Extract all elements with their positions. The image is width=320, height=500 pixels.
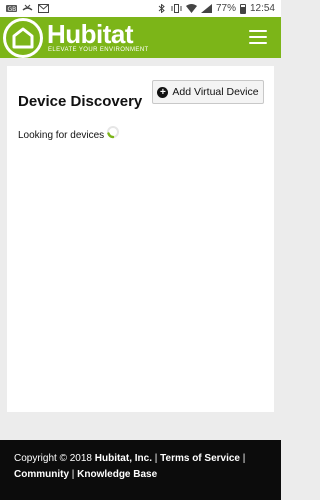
brand-tagline: ELEVATE YOUR ENVIRONMENT [48, 47, 149, 53]
status-bar: GB 77% 12:54 [0, 0, 281, 17]
hubitat-logo-icon[interactable] [3, 18, 43, 58]
wifi-icon [185, 4, 197, 13]
community-link[interactable]: Community [14, 469, 69, 480]
mail-icon [38, 4, 49, 13]
notification-app-icon: GB [6, 5, 17, 13]
battery-icon [239, 3, 246, 14]
svg-text:GB: GB [8, 6, 17, 13]
copyright-text: Copyright © 2018 [14, 453, 95, 464]
terms-of-service-link[interactable]: Terms of Service [160, 453, 240, 464]
house-icon [12, 27, 34, 49]
add-virtual-device-label: Add Virtual Device [172, 86, 259, 98]
page-title: Device Discovery [18, 93, 143, 110]
vibrate-icon [171, 4, 182, 13]
app-header: Hubitat ELEVATE YOUR ENVIRONMENT [0, 17, 281, 58]
brand-name: Hubitat [47, 19, 134, 49]
discovery-status: Looking for devices [18, 126, 120, 142]
cell-signal-icon [200, 4, 212, 13]
company-name: Hubitat, Inc. [94, 453, 152, 464]
discovery-status-text: Looking for devices [18, 129, 105, 141]
battery-percent: 77% [215, 3, 236, 14]
device-discovery-card: + Add Virtual Device Device Discovery Lo… [7, 66, 274, 412]
plus-circle-icon: + [157, 86, 169, 98]
clock: 12:54 [249, 3, 275, 14]
bluetooth-icon [158, 4, 165, 13]
site-footer: Copyright © 2018 Hubitat, Inc. | Terms o… [0, 440, 281, 500]
loading-spinner-icon [107, 126, 120, 139]
missed-call-icon [22, 4, 33, 11]
add-virtual-device-button[interactable]: + Add Virtual Device [152, 80, 264, 104]
hamburger-menu-icon[interactable] [249, 30, 267, 44]
knowledge-base-link[interactable]: Knowledge Base [77, 469, 157, 480]
